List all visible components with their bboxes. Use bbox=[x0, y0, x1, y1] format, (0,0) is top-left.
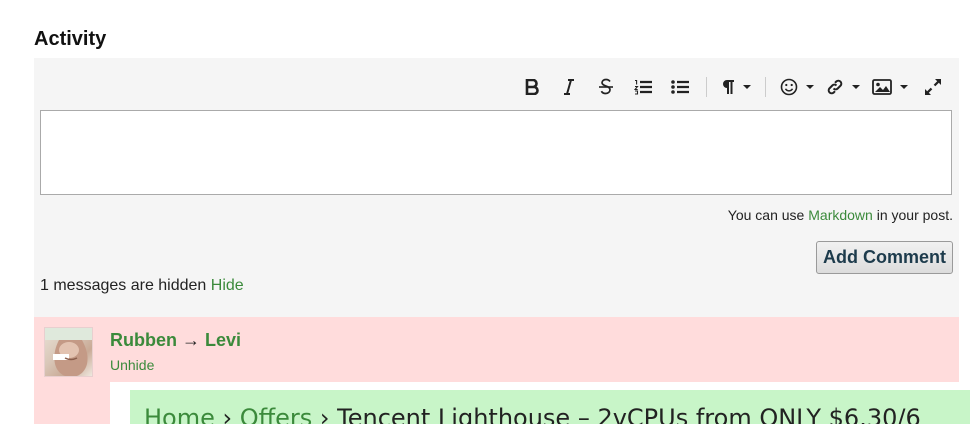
markdown-link[interactable]: Markdown bbox=[808, 207, 873, 223]
arrow-icon: → bbox=[182, 330, 201, 350]
bold-icon bbox=[525, 79, 539, 95]
recipient-link[interactable]: Levi bbox=[205, 330, 241, 350]
markdown-note-prefix: You can use bbox=[727, 207, 809, 223]
link-icon bbox=[827, 79, 843, 95]
chevron-down-icon bbox=[806, 85, 814, 89]
breadcrumb-offers[interactable]: Offers bbox=[240, 404, 313, 424]
italic-icon bbox=[563, 79, 574, 95]
unhide-link[interactable]: Unhide bbox=[110, 357, 154, 373]
hidden-messages-notice: 1 messages are hidden Hide bbox=[40, 277, 244, 295]
hidden-messages-text: 1 messages are hidden bbox=[40, 277, 211, 294]
chevron-down-icon bbox=[900, 85, 908, 89]
image-icon bbox=[872, 79, 892, 95]
section-title: Activity bbox=[34, 28, 107, 50]
chevron-down-icon bbox=[852, 85, 860, 89]
add-comment-button[interactable]: Add Comment bbox=[816, 241, 953, 274]
breadcrumb-separator: › bbox=[214, 404, 240, 424]
chevron-down-icon bbox=[743, 85, 751, 89]
editor-toolbar bbox=[513, 73, 951, 101]
toolbar-divider bbox=[765, 77, 766, 97]
bold-button[interactable] bbox=[513, 73, 550, 101]
unordered-list-button[interactable] bbox=[661, 73, 698, 101]
breadcrumb-home[interactable]: Home bbox=[144, 404, 215, 424]
message-body: Home › Offers › Tencent Lighthouse – 2vC… bbox=[110, 382, 970, 424]
fullscreen-icon bbox=[924, 79, 941, 95]
ordered-list-button[interactable] bbox=[624, 73, 661, 101]
unordered-list-icon bbox=[670, 80, 689, 94]
hide-link[interactable]: Hide bbox=[211, 277, 244, 294]
markdown-note: You can use Markdown in your post. bbox=[728, 207, 953, 223]
comment-composer: You can use Markdown in your post. Add C… bbox=[34, 58, 959, 317]
sender-link[interactable]: Rubben bbox=[110, 330, 177, 350]
link-dropdown[interactable] bbox=[820, 73, 866, 101]
breadcrumb-separator: › bbox=[312, 404, 338, 424]
image-dropdown[interactable] bbox=[866, 73, 914, 101]
avatar-image bbox=[45, 328, 92, 376]
emoji-dropdown[interactable] bbox=[774, 73, 820, 101]
italic-button[interactable] bbox=[550, 73, 587, 101]
fullscreen-button[interactable] bbox=[914, 73, 951, 101]
quoted-page-title: Home › Offers › Tencent Lighthouse – 2vC… bbox=[130, 390, 970, 424]
ordered-list-icon bbox=[633, 79, 652, 95]
offer-title: Tencent Lighthouse – 2vCPUs from ONLY $6… bbox=[337, 404, 921, 424]
strikethrough-icon bbox=[598, 78, 613, 95]
emoji-icon bbox=[780, 78, 798, 96]
avatar[interactable] bbox=[44, 327, 93, 377]
paragraph-icon bbox=[723, 80, 734, 94]
comment-editor[interactable] bbox=[40, 110, 952, 195]
toolbar-divider bbox=[706, 77, 707, 97]
strikethrough-button[interactable] bbox=[587, 73, 624, 101]
paragraph-dropdown[interactable] bbox=[715, 73, 757, 101]
message-header: Rubben → Levi bbox=[110, 330, 241, 351]
markdown-note-suffix: in your post. bbox=[872, 207, 953, 223]
